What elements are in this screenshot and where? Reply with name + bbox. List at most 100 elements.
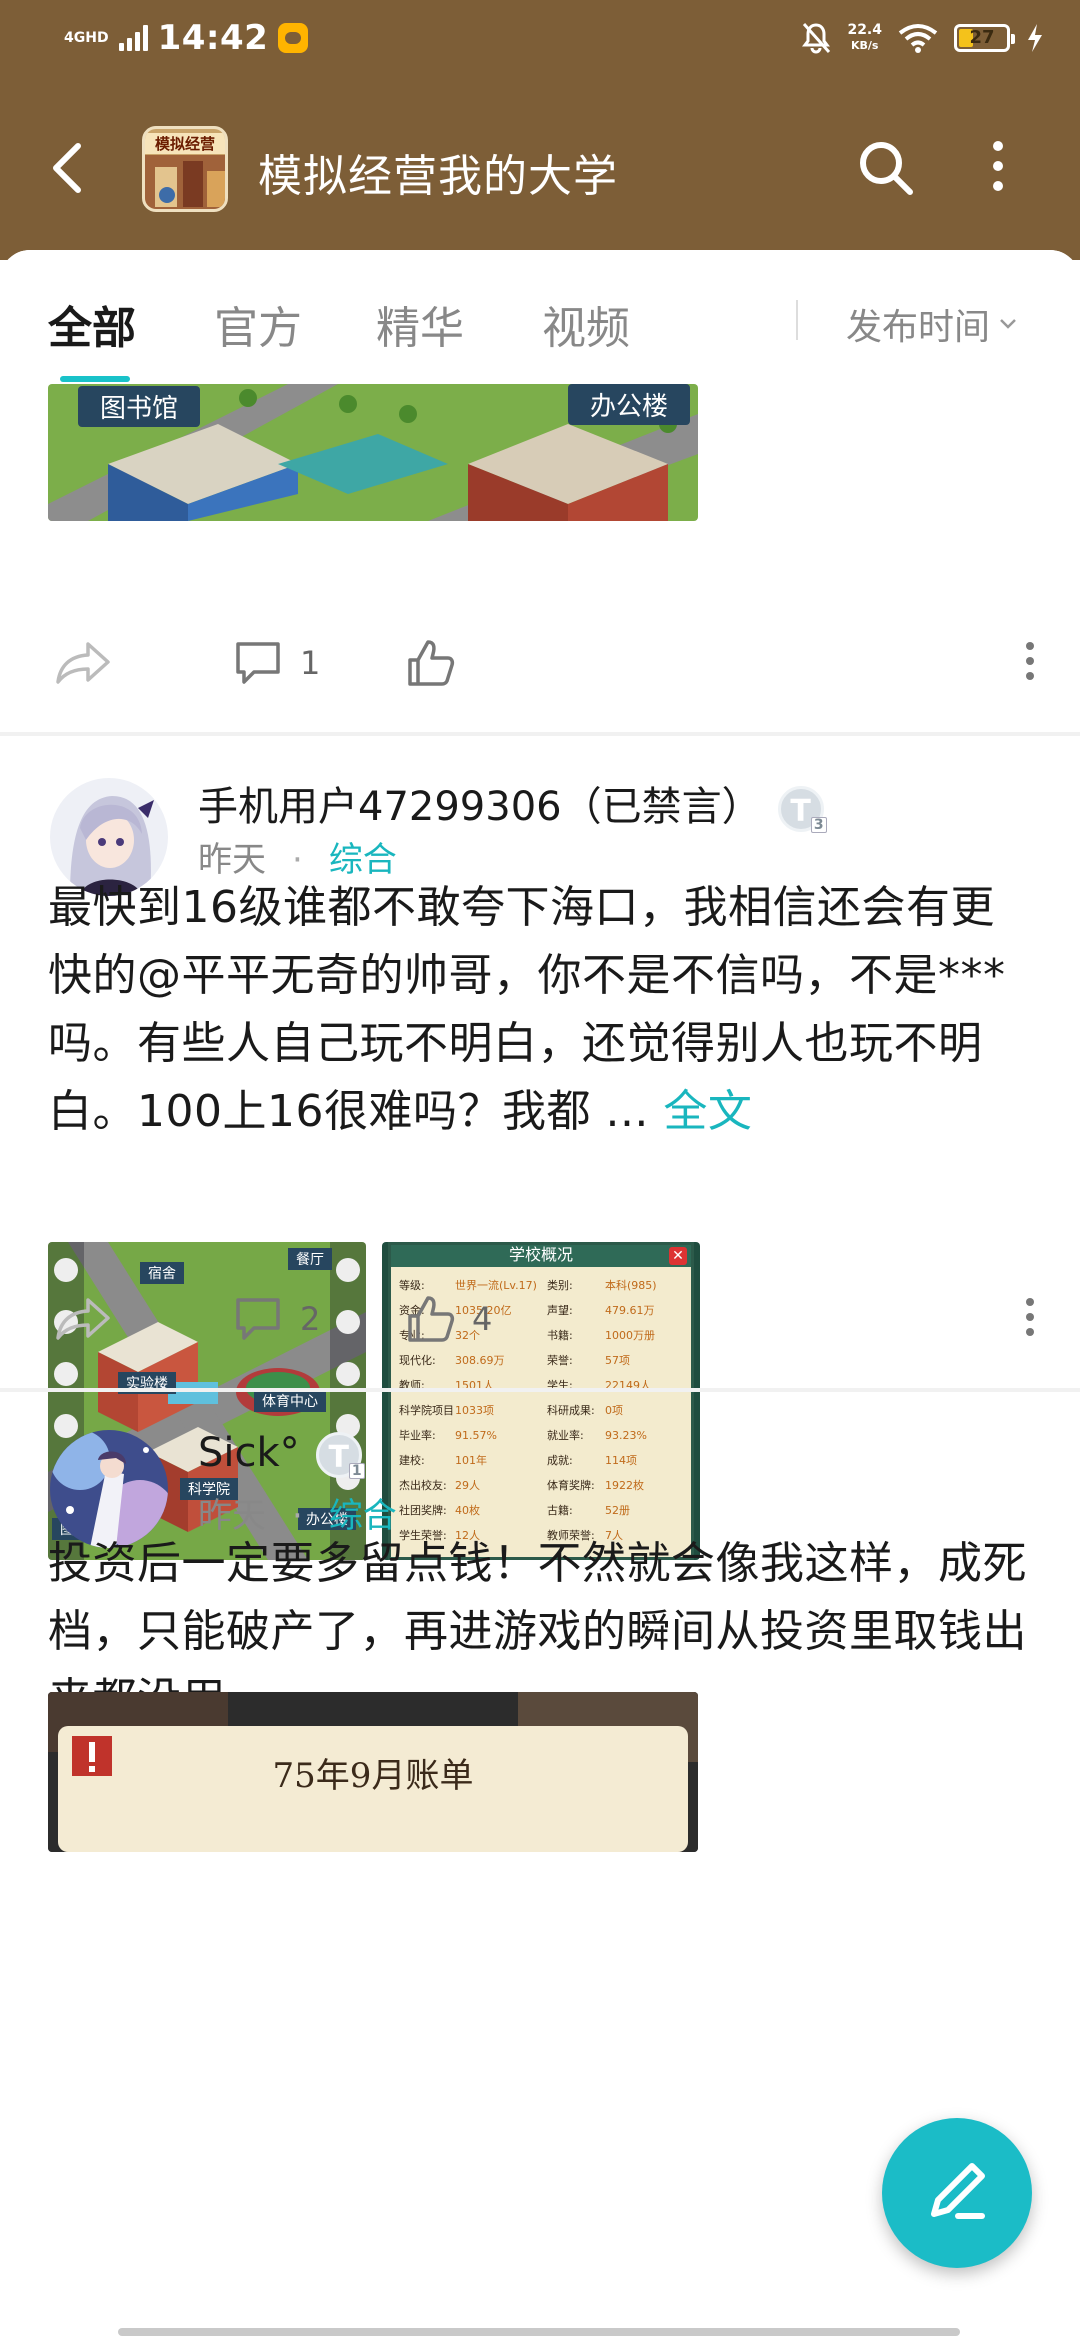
comment-count: 2	[300, 1300, 321, 1338]
network-speed: 22.4 KB/s	[847, 23, 882, 53]
stat-cell: 22149人	[605, 1379, 651, 1392]
like-icon	[408, 640, 455, 686]
stat-cell: 学生:	[547, 1379, 573, 1392]
badge-letter: T	[328, 1440, 349, 1475]
post-body: 最快到16级谁都不敢夸下海口，我相信还会有更快的@平平无奇的帅哥，你不是不信吗，…	[48, 882, 1006, 1137]
post-image[interactable]: 75年9月账单	[48, 1692, 698, 1852]
stat-cell: 杰出校友:	[399, 1479, 447, 1492]
comment-button[interactable]: 1	[232, 638, 320, 688]
stat-cell: 科学院项目:	[399, 1404, 455, 1417]
home-indicator[interactable]	[118, 2328, 960, 2336]
share-icon	[56, 642, 110, 684]
map-label-office: 办公楼	[568, 384, 691, 425]
post-text[interactable]: 最快到16级谁都不敢夸下海口，我相信还会有更快的@平平无奇的帅哥，你不是不信吗，…	[48, 874, 1038, 1154]
battery-percent: 27	[969, 27, 995, 48]
page-title: 模拟经营我的大学	[258, 151, 618, 202]
post-divider	[0, 1388, 1080, 1392]
stat-cell: 101年	[455, 1454, 487, 1467]
share-button[interactable]	[54, 1294, 112, 1342]
comment-icon	[236, 642, 280, 684]
comment-icon	[236, 1298, 280, 1340]
sort-label: 发布时间	[846, 307, 991, 348]
tab-divider	[796, 300, 798, 340]
stat-cell: 0项	[605, 1404, 623, 1417]
battery-icon: 27	[954, 24, 1015, 52]
post-image[interactable]: 图书馆 办公楼	[48, 384, 698, 521]
like-button[interactable]: 4	[404, 1294, 492, 1344]
bill-title: 75年9月账单	[272, 1756, 474, 1796]
tab-all[interactable]: 全部	[48, 292, 136, 356]
map-label-library: 图书馆	[78, 386, 201, 427]
status-bar: 4GHD 14:42 22.4 KB/s 27	[0, 0, 1080, 84]
author-name[interactable]: 手机用户47299306（已禁言） T 3	[198, 774, 827, 833]
game-logo-text: 模拟经营	[145, 133, 225, 154]
author-name[interactable]: Sick° T 1	[198, 1430, 365, 1479]
comment-button[interactable]: 2	[232, 1294, 320, 1344]
stat-row: 杰出校友: 29人 体育奖牌: 1922枚	[399, 1473, 685, 1498]
post-more-icon[interactable]	[1010, 1290, 1050, 1344]
nav-bar: 模拟经营 模拟经营我的大学	[0, 110, 1080, 220]
panel-title-text: 学校概况	[508, 1245, 573, 1264]
stat-cell: 古籍:	[547, 1504, 573, 1517]
map-label: 体育中心	[254, 1390, 326, 1412]
content-area: 全部 官方 精华 视频 发布时间 图书馆 办公楼 1 手机用户47299306（…	[0, 250, 1080, 2340]
stat-cell: 1033项	[455, 1404, 494, 1417]
stat-cell: 科研成果:	[547, 1404, 595, 1417]
stat-cell: 教师:	[399, 1379, 425, 1392]
status-right: 22.4 KB/s 27	[801, 22, 1044, 54]
post-actions: 2 4	[0, 1276, 1080, 1356]
author-name-text: Sick°	[198, 1430, 300, 1476]
tab-featured[interactable]: 精华	[376, 292, 464, 356]
wifi-icon	[898, 24, 938, 53]
stat-cell: 114项	[605, 1454, 637, 1467]
speed-value: 22.4	[847, 22, 882, 38]
tab-video[interactable]: 视频	[542, 292, 630, 356]
stat-cell: 1501人	[455, 1379, 494, 1392]
badge-letter: T	[790, 794, 811, 829]
stat-cell: 社团奖牌:	[399, 1504, 447, 1517]
speed-unit: KB/s	[850, 39, 879, 52]
share-button[interactable]	[54, 638, 112, 686]
user-level-badge: T1	[315, 1432, 365, 1479]
share-icon	[56, 1298, 110, 1340]
read-more-link[interactable]: 全文	[663, 1086, 752, 1137]
stat-cell: 52册	[605, 1504, 630, 1517]
status-time: 14:42	[157, 18, 269, 58]
tab-bar: 全部 官方 精华 视频 发布时间	[0, 250, 1080, 382]
create-post-button[interactable]	[882, 2118, 1032, 2268]
back-arrow-icon[interactable]	[40, 138, 100, 198]
like-button[interactable]	[404, 638, 472, 688]
stat-cell: 1922枚	[605, 1479, 644, 1492]
stat-row: 教师: 1501人 学生: 22149人	[399, 1373, 685, 1398]
game-logo[interactable]: 模拟经营	[142, 126, 228, 212]
post-more-icon[interactable]	[1010, 634, 1050, 688]
panel-title: 学校概况 ✕	[391, 1245, 691, 1267]
tab-active-indicator	[60, 376, 130, 382]
stat-cell: 建校:	[399, 1454, 425, 1467]
stat-cell: 40枚	[455, 1504, 480, 1517]
stat-row: 建校: 101年 成就: 114项	[399, 1448, 685, 1473]
stat-cell: 29人	[455, 1479, 480, 1492]
comment-count: 1	[300, 644, 321, 682]
stat-row: 毕业率: 91.57% 就业率: 93.23%	[399, 1423, 685, 1448]
stat-cell: 93.23%	[605, 1429, 647, 1442]
stat-row: 社团奖牌: 40枚 古籍: 52册	[399, 1498, 685, 1523]
more-vertical-icon[interactable]	[978, 136, 1018, 200]
chevron-down-icon	[1000, 319, 1016, 329]
sort-dropdown[interactable]: 发布时间	[846, 298, 1018, 350]
stat-cell: 体育奖牌:	[547, 1479, 595, 1492]
post-divider	[0, 732, 1080, 736]
network-type: 4GHD	[64, 30, 109, 46]
like-icon	[408, 1296, 455, 1342]
close-icon: ✕	[669, 1247, 687, 1265]
stat-row: 科学院项目: 1033项 科研成果: 0项	[399, 1398, 685, 1423]
charging-icon	[1028, 24, 1042, 52]
stat-cell: 就业率:	[547, 1429, 584, 1442]
map-label: 餐厅	[288, 1248, 332, 1270]
status-left: 4GHD 14:42	[64, 18, 309, 58]
stat-cell: 毕业率:	[399, 1429, 436, 1442]
edit-pen-icon	[931, 2163, 985, 2219]
search-icon[interactable]	[854, 136, 918, 200]
author-name-text: 手机用户47299306（已禁言）	[198, 784, 762, 830]
tab-official[interactable]: 官方	[214, 292, 302, 356]
